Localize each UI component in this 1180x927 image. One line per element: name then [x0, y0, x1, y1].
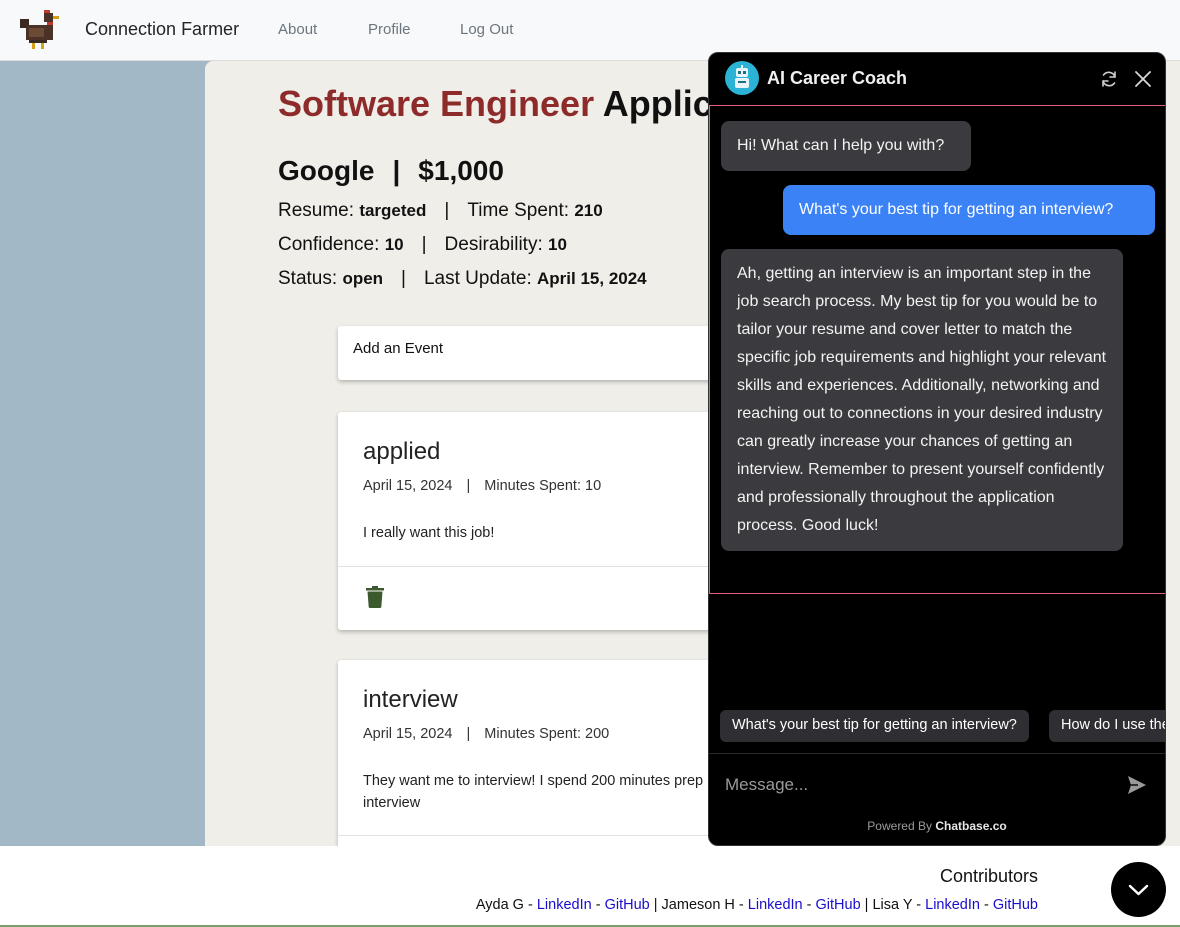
- bot-avatar-icon: [725, 61, 759, 95]
- salary: $1,000: [418, 155, 504, 186]
- chatbase-link[interactable]: Chatbase.co: [935, 819, 1006, 833]
- add-event-button[interactable]: Add an Event: [338, 326, 758, 380]
- brand-name[interactable]: Connection Farmer: [85, 19, 239, 40]
- event-date: April 15, 2024: [363, 478, 453, 494]
- event-date: April 15, 2024: [363, 726, 453, 742]
- divider: [709, 753, 1165, 754]
- user-message: What's your best tip for getting an inte…: [783, 185, 1155, 235]
- github-link[interactable]: GitHub: [993, 897, 1038, 913]
- nav-logout[interactable]: Log Out: [460, 21, 513, 38]
- company-name: Google: [278, 155, 375, 186]
- linkedin-link[interactable]: LinkedIn: [537, 897, 592, 913]
- github-link[interactable]: GitHub: [605, 897, 650, 913]
- resume-time-line: Resume: targeted | Time Spent: 210: [278, 200, 603, 221]
- last-update-value: April 15, 2024: [537, 269, 647, 288]
- chevron-down-icon: [1128, 884, 1149, 896]
- nav-profile[interactable]: Profile: [368, 21, 411, 38]
- message-list: Hi! What can I help you with? What's you…: [709, 105, 1165, 594]
- chicken-logo[interactable]: [20, 10, 62, 52]
- bot-message: Ah, getting an interview is an important…: [721, 249, 1123, 551]
- github-link[interactable]: GitHub: [816, 897, 861, 913]
- refresh-icon[interactable]: [1099, 69, 1119, 89]
- event-card: applied April 15, 2024 | Minutes Spent: 10…: [338, 412, 758, 630]
- nav-about[interactable]: About: [278, 21, 317, 38]
- event-meta: April 15, 2024 | Minutes Spent: 10: [363, 478, 602, 494]
- event-card: interview April 15, 2024 | Minutes Spent: …: [338, 660, 758, 846]
- contributor-name: Jameson H: [661, 897, 735, 913]
- event-title: interview: [363, 686, 458, 713]
- status-line: Status: open | Last Update: April 15, 2024: [278, 268, 647, 289]
- powered-by: Powered By Chatbase.co: [867, 819, 1007, 833]
- contributor-name: Ayda G: [475, 897, 524, 913]
- event-note: They want me to interview! I spend 200 m…: [363, 773, 704, 811]
- event-minutes: Minutes Spent: 10: [484, 478, 602, 494]
- company-salary-line: Google | $1,000: [278, 155, 504, 186]
- message-input[interactable]: [725, 773, 1105, 797]
- trash-icon[interactable]: [366, 586, 384, 608]
- suggestion-chip[interactable]: How do I use the: [1049, 710, 1165, 742]
- chat-widget: AI Career Coach Hi! What can I help you …: [708, 52, 1166, 846]
- contributors-title: Contributors: [939, 866, 1038, 886]
- linkedin-link[interactable]: LinkedIn: [748, 897, 803, 913]
- time-spent-value: 210: [574, 201, 603, 220]
- divider: [338, 835, 758, 836]
- confidence-line: Confidence: 10 | Desirability: 10: [278, 234, 567, 255]
- suggestion-chip[interactable]: What's your best tip for getting an inte…: [720, 710, 1029, 742]
- resume-value: targeted: [359, 201, 427, 220]
- role-title: Software Engineer: [278, 83, 595, 124]
- chat-title: AI Career Coach: [767, 68, 908, 88]
- event-minutes: Minutes Spent: 200: [484, 726, 610, 742]
- event-meta: April 15, 2024 | Minutes Spent: 200: [363, 726, 610, 742]
- page-title: Software Engineer Applica: [278, 83, 733, 125]
- status-value: open: [342, 269, 384, 288]
- contributor-name: Lisa Y: [872, 897, 913, 913]
- bot-message: Hi! What can I help you with?: [721, 121, 971, 171]
- event-note: I really want this job!: [363, 525, 495, 541]
- close-icon[interactable]: [1133, 69, 1153, 89]
- divider: [338, 566, 758, 567]
- chat-toggle-button[interactable]: [1111, 862, 1166, 917]
- send-icon[interactable]: [1127, 775, 1147, 795]
- event-title: applied: [363, 438, 441, 465]
- contributors-list: Ayda G - LinkedIn - GitHub | Jameson H -…: [475, 897, 1038, 913]
- footer: Contributors Ayda G - LinkedIn - GitHub …: [0, 846, 1180, 927]
- add-event-label: Add an Event: [353, 340, 444, 357]
- desirability-value: 10: [548, 235, 567, 254]
- confidence-value: 10: [384, 235, 404, 254]
- chat-header: AI Career Coach: [709, 53, 1165, 105]
- linkedin-link[interactable]: LinkedIn: [925, 897, 980, 913]
